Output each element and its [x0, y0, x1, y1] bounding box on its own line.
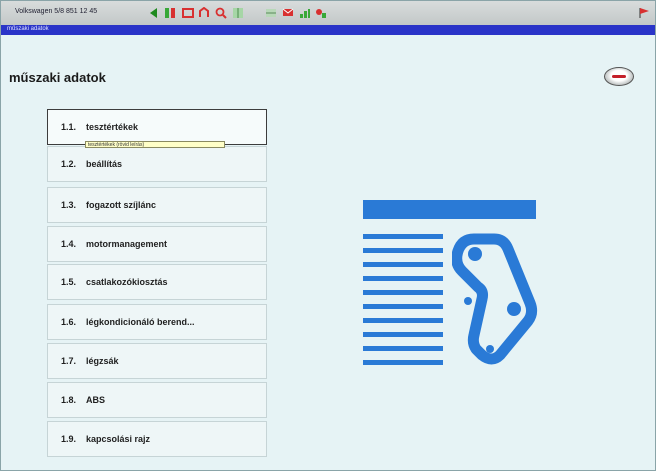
menu-item-label: kapcsolási rajz — [86, 434, 151, 444]
menu-item-label: fogazott szíjlánc — [86, 200, 157, 210]
breadcrumb-bar: műszaki adatok — [1, 25, 655, 35]
timing-belt-diagram-icon — [360, 197, 538, 372]
list-line — [363, 346, 443, 351]
list-line — [363, 332, 443, 337]
menu-item-1-6[interactable]: 1.6. légkondicionáló berend... — [47, 304, 267, 340]
menu-item-label: ABS — [86, 395, 106, 405]
menu-item-number: 1.7. — [61, 356, 77, 366]
tooltip: tesztértékek (rövid leírás) — [85, 141, 225, 148]
window-title: Volkswagen 5/8 851 12 45 — [15, 8, 98, 15]
mail-icon[interactable] — [281, 6, 294, 19]
page-title: műszaki adatok — [9, 70, 106, 85]
menu-item-1-5[interactable]: 1.5. csatlakozókiosztás — [47, 264, 267, 300]
flag-icon[interactable] — [637, 6, 650, 19]
menu-item-label: légzsák — [86, 356, 119, 366]
menu-item-label: tesztértékek — [86, 122, 139, 132]
list-line — [363, 276, 443, 281]
header-block — [363, 200, 536, 219]
menu-item-number: 1.4. — [61, 239, 77, 249]
menu-item-number: 1.6. — [61, 317, 77, 327]
brand-logo-mark — [612, 75, 626, 78]
menu-item-label: beállítás — [86, 159, 123, 169]
menu-item-1-1[interactable]: 1.1. tesztértékek — [47, 109, 267, 145]
breadcrumb: műszaki adatok — [7, 26, 49, 32]
menu-item-number: 1.8. — [61, 395, 77, 405]
menu-item-1-4[interactable]: 1.4. motormanagement — [47, 226, 267, 262]
toolbar: Volkswagen 5/8 851 12 45 — [1, 1, 655, 26]
forward-arrow-icon[interactable] — [163, 6, 176, 19]
chart-icon[interactable] — [298, 6, 311, 19]
menu-item-1-8[interactable]: 1.8. ABS — [47, 382, 267, 418]
menu-item-number: 1.2. — [61, 159, 77, 169]
menu-item-number: 1.5. — [61, 277, 77, 287]
diagram-icon[interactable] — [314, 6, 327, 19]
list-line — [363, 248, 443, 253]
brand-logo — [604, 67, 634, 86]
list-line — [363, 234, 443, 239]
list-line — [363, 304, 443, 309]
menu-item-1-7[interactable]: 1.7. légzsák — [47, 343, 267, 379]
timing-belt-icon — [452, 233, 538, 365]
list-line — [363, 318, 443, 323]
menu-item-1-9[interactable]: 1.9. kapcsolási rajz — [47, 421, 267, 457]
menu-item-label: csatlakozókiosztás — [86, 277, 168, 287]
menu-item-label: légkondicionáló berend... — [86, 317, 195, 327]
list-line — [363, 262, 443, 267]
menu-item-number: 1.9. — [61, 434, 77, 444]
table-icon[interactable] — [264, 6, 277, 19]
stop-icon[interactable] — [197, 6, 210, 19]
menu-item-1-3[interactable]: 1.3. fogazott szíjlánc — [47, 187, 267, 223]
list-line — [363, 360, 443, 365]
search-icon[interactable] — [214, 6, 227, 19]
menu-item-1-2[interactable]: 1.2. beállítás — [47, 146, 267, 182]
list-line — [363, 290, 443, 295]
print-icon[interactable] — [181, 6, 194, 19]
grid-icon[interactable] — [231, 6, 244, 19]
menu-item-number: 1.3. — [61, 200, 77, 210]
app-window: Volkswagen 5/8 851 12 45 műszaki adatok … — [0, 0, 656, 471]
menu-item-number: 1.1. — [61, 122, 77, 132]
menu-item-label: motormanagement — [86, 239, 168, 249]
back-arrow-icon[interactable] — [147, 6, 160, 19]
